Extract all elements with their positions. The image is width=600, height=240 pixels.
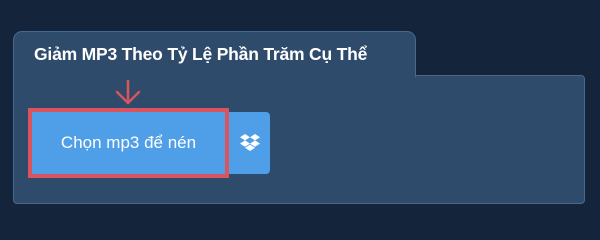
dropbox-button[interactable] bbox=[229, 112, 270, 174]
panel-title: Giảm MP3 Theo Tỷ Lệ Phần Trăm Cụ Thể bbox=[34, 44, 368, 64]
arrow-down-icon bbox=[115, 80, 141, 105]
highlight-box bbox=[28, 108, 229, 178]
panel-tab: Giảm MP3 Theo Tỷ Lệ Phần Trăm Cụ Thể bbox=[13, 31, 416, 77]
dropbox-icon bbox=[239, 134, 260, 151]
